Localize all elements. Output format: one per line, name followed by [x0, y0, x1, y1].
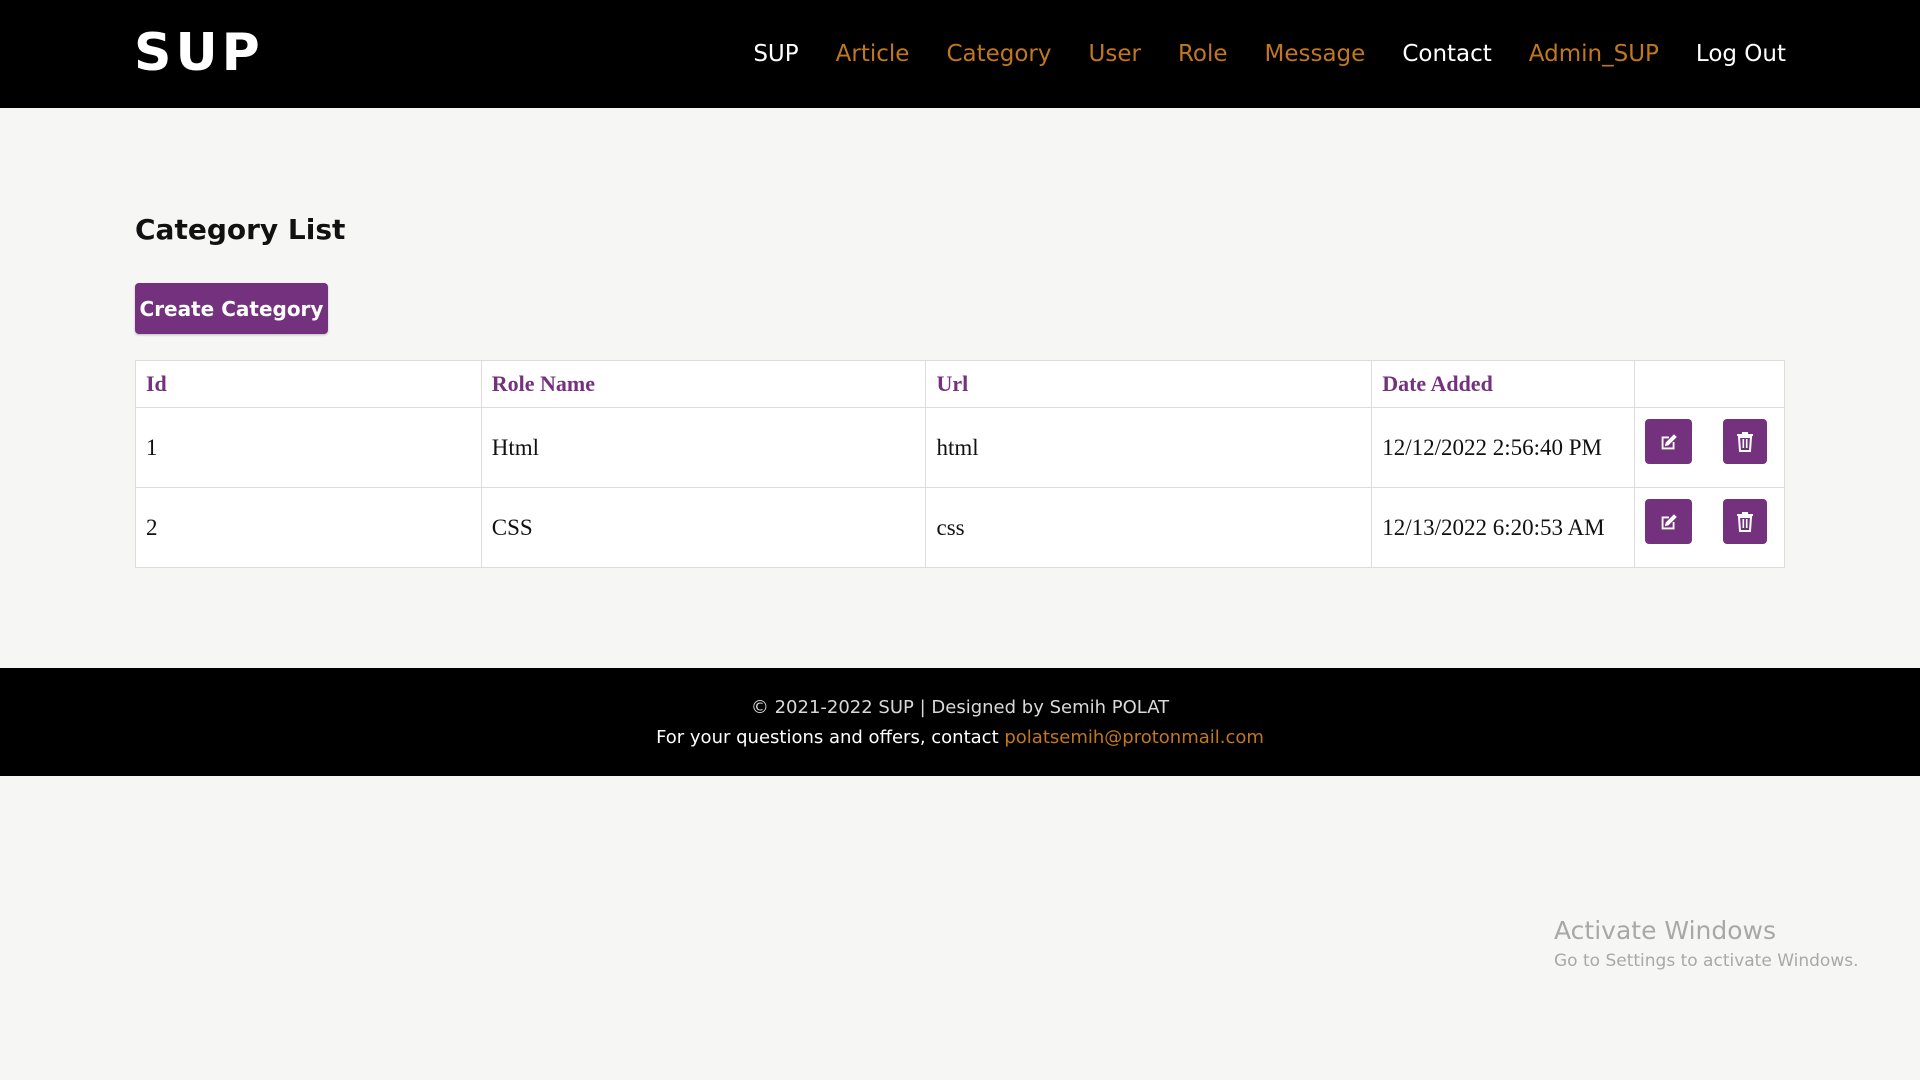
brand-logo[interactable]: SUP — [134, 22, 264, 84]
edit-icon — [1661, 433, 1677, 449]
nav-link-role[interactable]: Role — [1178, 36, 1228, 72]
edit-button[interactable] — [1645, 419, 1693, 464]
nav-link-sup[interactable]: SUP — [753, 36, 798, 72]
column-header-role-name: Role Name — [480, 360, 927, 408]
column-header-date-added: Date Added — [1371, 360, 1636, 408]
page-title: Category List — [135, 213, 346, 246]
cell-date-added: 12/12/2022 2:56:40 PM — [1371, 407, 1636, 488]
page-footer: © 2021-2022 SUP | Designed by Semih POLA… — [0, 668, 1920, 776]
footer-contact-text: For your questions and offers, contact — [656, 727, 1005, 748]
table-row: 1 Html html 12/12/2022 2:56:40 PM — [135, 407, 1785, 488]
table-row: 2 CSS css 12/13/2022 6:20:53 AM — [135, 487, 1785, 568]
column-header-actions — [1634, 360, 1785, 408]
watermark-title: Activate Windows — [1554, 916, 1776, 945]
delete-button[interactable] — [1723, 499, 1768, 544]
trash-icon — [1737, 431, 1754, 452]
top-navbar: SUP SUP Article Category User Role Messa… — [0, 0, 1920, 108]
delete-button[interactable] — [1723, 419, 1768, 464]
footer-copyright: © 2021-2022 SUP | Designed by Semih POLA… — [750, 697, 1170, 718]
cell-date-added: 12/13/2022 6:20:53 AM — [1371, 487, 1636, 568]
cell-actions — [1634, 487, 1785, 568]
cell-role-name: CSS — [480, 487, 927, 568]
cell-url: html — [925, 407, 1373, 488]
cell-actions — [1634, 407, 1785, 488]
nav-link-admin[interactable]: Admin_SUP — [1529, 36, 1659, 72]
watermark-subtitle: Go to Settings to activate Windows. — [1554, 951, 1859, 971]
footer-contact-line: For your questions and offers, contact p… — [0, 724, 1920, 752]
create-category-button[interactable]: Create Category — [135, 283, 328, 334]
edit-button[interactable] — [1645, 499, 1693, 544]
trash-icon — [1737, 511, 1754, 532]
nav-link-message[interactable]: Message — [1265, 36, 1366, 72]
column-header-url: Url — [925, 360, 1373, 408]
nav-link-logout[interactable]: Log Out — [1696, 36, 1786, 72]
table-header-row: Id Role Name Url Date Added — [135, 360, 1785, 408]
nav-link-contact[interactable]: Contact — [1402, 36, 1491, 72]
footer-email-link[interactable]: polatsemih@protonmail.com — [1004, 727, 1264, 748]
windows-activation-watermark: Activate Windows Go to Settings to activ… — [1554, 914, 1859, 974]
nav-link-user[interactable]: User — [1089, 36, 1141, 72]
cell-id: 2 — [135, 487, 482, 568]
nav-link-category[interactable]: Category — [946, 36, 1051, 72]
cell-role-name: Html — [480, 407, 927, 488]
main-nav: SUP Article Category User Role Message C… — [716, 36, 1786, 72]
category-table: Id Role Name Url Date Added 1 Html html … — [135, 360, 1785, 568]
column-header-id: Id — [135, 360, 482, 408]
cell-url: css — [925, 487, 1373, 568]
nav-link-article[interactable]: Article — [836, 36, 910, 72]
edit-icon — [1661, 513, 1677, 529]
cell-id: 1 — [135, 407, 482, 488]
